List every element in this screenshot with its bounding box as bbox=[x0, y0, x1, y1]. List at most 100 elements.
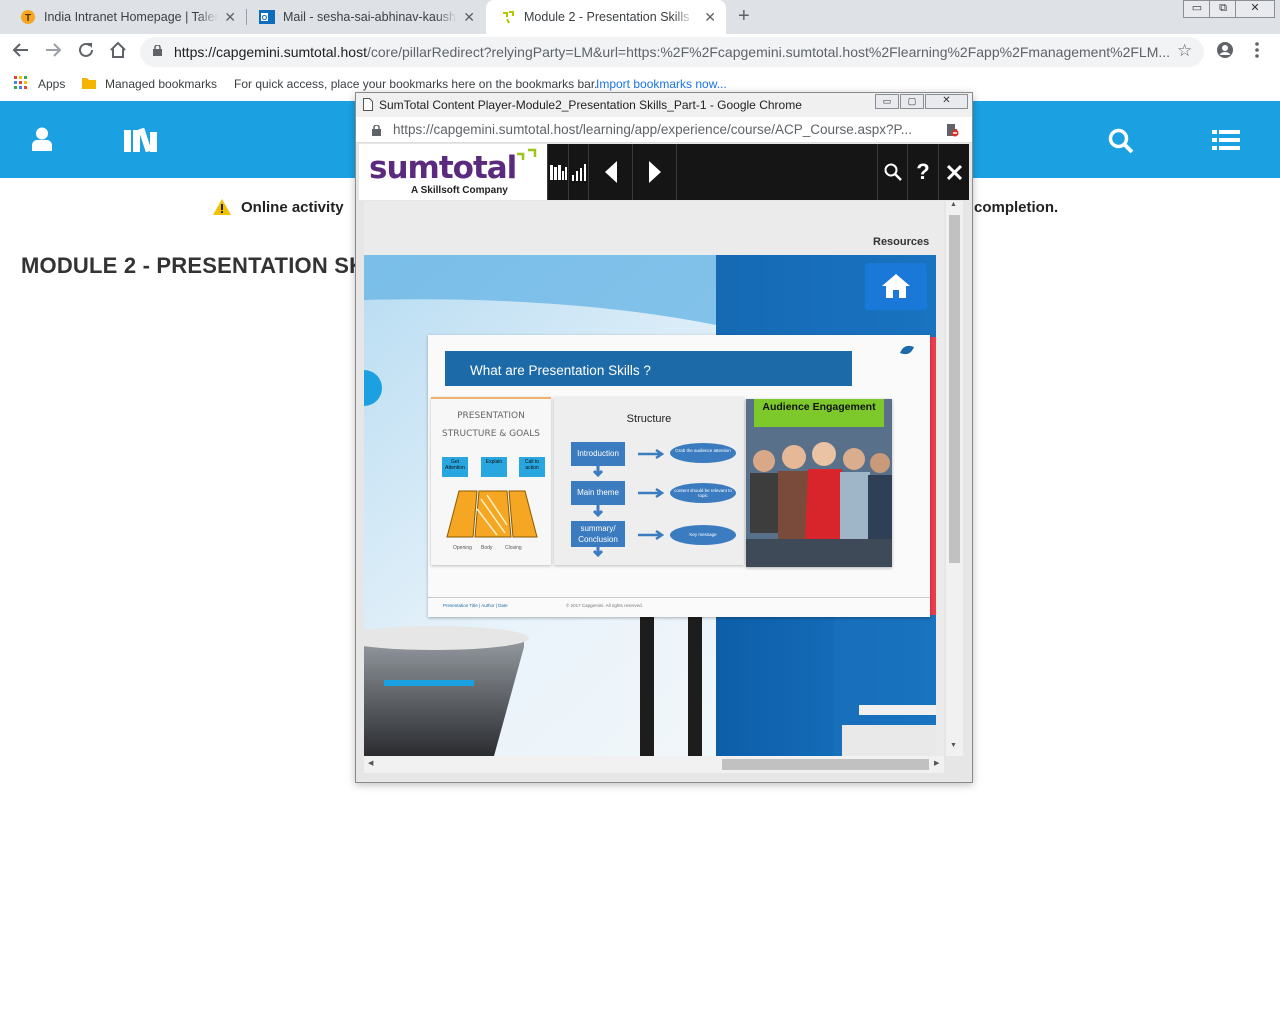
audience-photo: Audience Engagement bbox=[746, 399, 892, 567]
warning-icon bbox=[213, 199, 231, 219]
popup-close-button[interactable]: ✕ bbox=[925, 94, 968, 109]
url-path: /core/pillarRedirect?relyingParty=LM&url… bbox=[367, 44, 1171, 60]
resources-link[interactable]: Resources bbox=[873, 236, 929, 248]
page-icon bbox=[363, 98, 373, 114]
popup-address-bar: https://capgemini.sumtotal.host/learning… bbox=[356, 117, 972, 143]
outlook-icon: O bbox=[259, 9, 275, 25]
notice-text-end: completion. bbox=[974, 199, 1059, 216]
new-tab-button[interactable]: + bbox=[738, 5, 750, 28]
library-icon[interactable] bbox=[124, 127, 160, 157]
slide-banner: What are Presentation Skills ? bbox=[445, 351, 852, 386]
content-player-window: SumTotal Content Player-Module2_Presenta… bbox=[355, 92, 973, 783]
sumtotal-logo: sumtotal A Skillsoft Company bbox=[359, 144, 547, 200]
notice-text-start: Online activity bbox=[241, 199, 344, 216]
horizontal-scroll-thumb[interactable] bbox=[722, 759, 929, 770]
sketch-box: Get Attention bbox=[442, 457, 468, 477]
toc-icon[interactable] bbox=[547, 144, 568, 200]
popup-titlebar: SumTotal Content Player-Module2_Presenta… bbox=[356, 93, 972, 117]
tab-label: India Intranet Homepage | Talent bbox=[44, 10, 218, 24]
bookmark-star-icon[interactable]: ☆ bbox=[1177, 41, 1192, 61]
home-icon[interactable] bbox=[109, 41, 127, 64]
page-title: MODULE 2 - PRESENTATION SK bbox=[21, 253, 366, 278]
url-host: https://capgemini.sumtotal.host bbox=[174, 44, 367, 60]
tab-label: Mail - sesha-sai-abhinav-kaushal bbox=[283, 10, 457, 24]
sketch-box: Explain bbox=[481, 457, 507, 477]
slide-viewport: Resources What are Presentation Skills ?… bbox=[364, 201, 944, 756]
logo-text: sumtotal bbox=[369, 150, 517, 186]
arrow-left-icon bbox=[604, 161, 617, 183]
sketch-panel: PRESENTATION STRUCTURE & GOALS Get Atten… bbox=[431, 397, 551, 565]
managed-bookmarks-folder[interactable]: Managed bookmarks bbox=[105, 77, 217, 91]
back-icon[interactable] bbox=[12, 41, 30, 64]
home-icon bbox=[882, 274, 910, 298]
flow-outcome: content should be relevant to topic bbox=[670, 483, 736, 503]
sketch-label: Body bbox=[481, 545, 493, 551]
vertical-scrollbar[interactable]: ▲ ▼ bbox=[946, 201, 963, 756]
scroll-left-icon[interactable]: ◀ bbox=[368, 759, 373, 767]
sketch-box: Call to action bbox=[519, 457, 545, 477]
popup-url: https://capgemini.sumtotal.host/learning… bbox=[393, 122, 913, 137]
horizontal-scrollbar[interactable]: ◀ ▶ bbox=[364, 756, 944, 773]
profile-icon[interactable] bbox=[1216, 41, 1234, 64]
close-window-button[interactable]: ✕ bbox=[1235, 0, 1275, 18]
slide-footer-title: Presentation Title | Author | Date bbox=[443, 603, 508, 608]
slide-scene: What are Presentation Skills ? PRESENTAT… bbox=[364, 255, 936, 756]
flow-outcome: Grab the audience attention bbox=[670, 443, 736, 463]
svg-text:O: O bbox=[262, 15, 268, 22]
sketch-label: Closing bbox=[505, 545, 522, 551]
apps-grid-icon[interactable] bbox=[14, 76, 28, 93]
sketch-title-2: STRUCTURE & GOALS bbox=[442, 429, 540, 439]
sketch-label: Opening bbox=[453, 545, 472, 551]
popup-window-title: SumTotal Content Player-Module2_Presenta… bbox=[379, 98, 802, 112]
help-icon[interactable]: ? bbox=[907, 144, 938, 200]
slide-corner-mark-icon bbox=[900, 345, 914, 355]
tab-close-icon[interactable]: ✕ bbox=[224, 9, 236, 26]
tab-module-2[interactable]: Module 2 - Presentation Skills - I ✕ bbox=[486, 0, 726, 34]
svg-text:T: T bbox=[25, 13, 31, 24]
popup-minimize-button[interactable]: ▭ bbox=[875, 94, 899, 109]
apps-bookmark[interactable]: Apps bbox=[38, 77, 65, 91]
lock-icon bbox=[372, 125, 381, 136]
scroll-up-icon[interactable]: ▲ bbox=[950, 201, 957, 208]
slide-card: What are Presentation Skills ? PRESENTAT… bbox=[428, 335, 930, 617]
tab-close-icon[interactable]: ✕ bbox=[463, 9, 475, 26]
bookmarks-hint: For quick access, place your bookmarks h… bbox=[234, 77, 598, 91]
vertical-scroll-thumb[interactable] bbox=[949, 215, 960, 563]
next-slide-button[interactable] bbox=[632, 144, 676, 200]
folder-icon bbox=[82, 76, 96, 93]
import-bookmarks-link[interactable]: Import bookmarks now... bbox=[596, 77, 727, 91]
player-toolbar: sumtotal A Skillsoft Company ? bbox=[359, 144, 969, 200]
tab-close-icon[interactable]: ✕ bbox=[704, 9, 716, 26]
structure-panel: Structure Introduction Main theme summar… bbox=[554, 397, 744, 565]
minimize-button[interactable]: ▭ bbox=[1183, 0, 1211, 18]
slide-footer-rule bbox=[428, 597, 930, 598]
browser-tab-strip: T India Intranet Homepage | Talent ✕ O M… bbox=[0, 0, 1280, 34]
previous-slide-button[interactable] bbox=[588, 144, 632, 200]
search-icon[interactable] bbox=[1108, 128, 1134, 159]
toolbar-divider bbox=[676, 144, 677, 200]
address-bar[interactable]: https://capgemini.sumtotal.host/core/pil… bbox=[140, 37, 1204, 67]
sumtotal-favicon-icon bbox=[500, 9, 516, 25]
forward-icon[interactable] bbox=[44, 41, 62, 64]
audience-engagement-tag: Audience Engagement bbox=[754, 399, 884, 427]
progress-bars-icon[interactable] bbox=[568, 144, 588, 200]
tab-india-intranet[interactable]: T India Intranet Homepage | Talent ✕ bbox=[0, 0, 246, 34]
list-menu-icon[interactable] bbox=[1212, 129, 1240, 156]
scroll-down-icon[interactable]: ▼ bbox=[950, 742, 957, 749]
player-close-icon[interactable] bbox=[938, 144, 969, 200]
arrow-right-icon bbox=[648, 161, 661, 183]
menu-kebab-icon[interactable] bbox=[1254, 41, 1260, 64]
reload-icon[interactable] bbox=[77, 41, 95, 64]
player-search-icon[interactable] bbox=[877, 144, 907, 200]
user-profile-icon[interactable] bbox=[31, 127, 53, 156]
lock-icon bbox=[153, 45, 162, 56]
popup-maximize-button[interactable]: ▢ bbox=[900, 94, 924, 109]
restore-button[interactable]: ⧉ bbox=[1209, 0, 1237, 18]
talent-favicon-icon: T bbox=[20, 9, 36, 25]
scroll-right-icon[interactable]: ▶ bbox=[934, 759, 939, 767]
home-button[interactable] bbox=[865, 263, 927, 310]
logo-subtitle: A Skillsoft Company bbox=[411, 185, 508, 196]
tab-mail[interactable]: O Mail - sesha-sai-abhinav-kaushal ✕ bbox=[239, 0, 485, 34]
slide-footer-copyright: © 2017 Capgemini. All rights reserved. bbox=[566, 603, 643, 608]
blocked-popup-icon[interactable] bbox=[945, 123, 959, 137]
